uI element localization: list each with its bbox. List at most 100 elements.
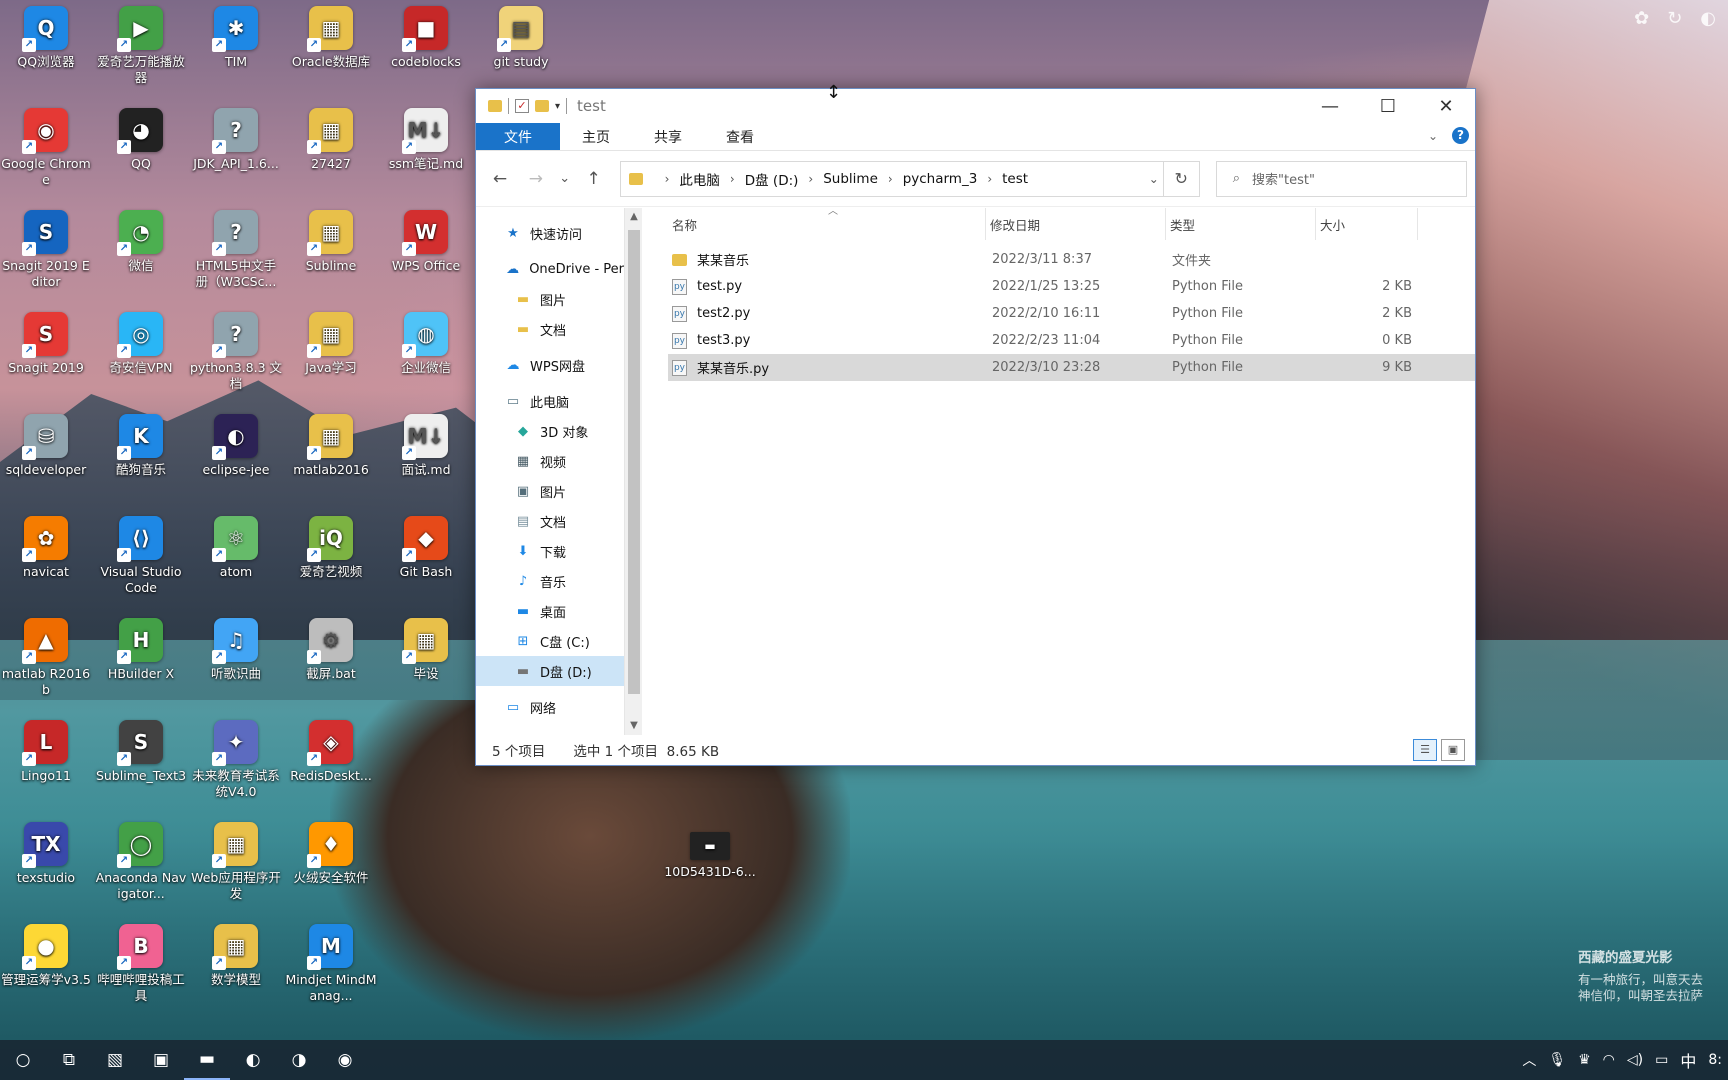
desktop-icon[interactable]: ◈ RedisDeskt... bbox=[285, 720, 377, 784]
desktop-icon[interactable]: ⟨⟩Visual Studio Code bbox=[95, 516, 187, 596]
help-icon[interactable]: ? bbox=[1452, 127, 1469, 144]
desktop-icon[interactable]: ✦未来教育考试系统V4.0 bbox=[190, 720, 282, 800]
desktop-icon[interactable]: ✿ navicat bbox=[0, 516, 92, 580]
desktop-icon[interactable]: ⚛ atom bbox=[190, 516, 282, 580]
cortana-icon[interactable]: ○ bbox=[0, 1040, 46, 1080]
column-size[interactable]: 大小 bbox=[1316, 208, 1418, 240]
desktop-icon[interactable]: ◕ QQ bbox=[95, 108, 187, 172]
nav-item[interactable]: ▣ 图片 bbox=[476, 476, 624, 506]
nav-pane-scrollbar[interactable]: ▲ ▼ bbox=[624, 208, 642, 735]
theme-icon[interactable]: ◐ bbox=[1700, 8, 1716, 29]
battery-icon[interactable]: ▭ bbox=[1655, 1052, 1668, 1068]
desktop-icon[interactable]: ▶爱奇艺万能播放器 bbox=[95, 6, 187, 86]
nav-item[interactable]: ⬇ 下载 bbox=[476, 536, 624, 566]
desktop-icon[interactable]: L Lingo11 bbox=[0, 720, 92, 784]
address-dropdown-icon[interactable]: ⌄ bbox=[1149, 172, 1159, 186]
column-type[interactable]: 类型 bbox=[1166, 208, 1316, 240]
terminal-icon[interactable]: ▣ bbox=[138, 1040, 184, 1080]
nav-item[interactable]: ☁ OneDrive - Per bbox=[476, 254, 624, 284]
file-explorer-icon[interactable]: ▬ bbox=[184, 1040, 230, 1080]
desktop-icon[interactable]: W WPS Office bbox=[380, 210, 472, 274]
tab-share[interactable]: 共享 bbox=[632, 123, 704, 150]
desktop-icon-video-file[interactable]: ▬ 10D5431D-6... bbox=[664, 832, 756, 880]
desktop-icon[interactable]: TX texstudio bbox=[0, 822, 92, 886]
desktop-icon[interactable]: K 酷狗音乐 bbox=[95, 414, 187, 478]
desktop-icon[interactable]: ✱ TIM bbox=[190, 6, 282, 70]
breadcrumb-separator-icon[interactable]: › bbox=[808, 172, 813, 186]
desktop-icon[interactable]: ◔ 微信 bbox=[95, 210, 187, 274]
breadcrumb-item[interactable]: Sublime bbox=[823, 171, 878, 187]
address-bar[interactable]: › 此电脑 › D盘 (D:) › Sublime › pycharm_3 › test ⌄ ↻ bbox=[619, 160, 1200, 197]
desktop-icon[interactable]: ⚙ 截屏.bat bbox=[285, 618, 377, 682]
desktop-icon[interactable]: ▲matlab R2016b bbox=[0, 618, 92, 698]
scroll-thumb[interactable] bbox=[628, 230, 640, 694]
desktop-icon[interactable]: MMindjet MindManag... bbox=[285, 924, 377, 1004]
scroll-up-icon[interactable]: ▲ bbox=[625, 208, 643, 226]
file-row[interactable]: py test2.py 2022/2/10 16:11 Python File 2 KB bbox=[668, 300, 1475, 327]
expand-ribbon-icon[interactable]: ⌄ bbox=[1428, 129, 1438, 143]
desktop-icon[interactable]: ⛁ sqldeveloper bbox=[0, 414, 92, 478]
microphone-icon[interactable]: 🎙 bbox=[1548, 1052, 1566, 1068]
desktop-icon[interactable]: ♦ 火绒安全软件 bbox=[285, 822, 377, 886]
desktop-icon[interactable]: ▦ Oracle数据库 bbox=[285, 6, 377, 70]
desktop-icon[interactable]: ■ codeblocks bbox=[380, 6, 472, 70]
desktop-icon[interactable]: ◍ 企业微信 bbox=[380, 312, 472, 376]
desktop-icon[interactable]: iQ 爱奇艺视频 bbox=[285, 516, 377, 580]
desktop-icon[interactable]: ?HTML5中文手册（W3CSc... bbox=[190, 210, 282, 290]
file-row[interactable]: py test3.py 2022/2/23 11:04 Python File 0 KB bbox=[668, 327, 1475, 354]
desktop-icon[interactable]: ● 管理运筹学v3.5 bbox=[0, 924, 92, 988]
desktop-icon[interactable]: ▦ 数学模型 bbox=[190, 924, 282, 988]
desktop-icon[interactable]: Q QQ浏览器 bbox=[0, 6, 92, 70]
edge-icon[interactable]: ◐ bbox=[230, 1040, 276, 1080]
breadcrumb-item[interactable]: pycharm_3 bbox=[903, 171, 978, 187]
tray-app-icon[interactable]: ♛ bbox=[1578, 1052, 1591, 1068]
task-view-icon[interactable]: ⧉ bbox=[46, 1040, 92, 1080]
desktop-icon[interactable]: B哔哩哔哩投稿工具 bbox=[95, 924, 187, 1004]
properties-icon[interactable]: ✓ bbox=[515, 99, 529, 113]
nav-item[interactable]: ⊞ C盘 (C:) bbox=[476, 626, 624, 656]
column-date-modified[interactable]: 修改日期 bbox=[986, 208, 1166, 240]
volume-icon[interactable]: ◁) bbox=[1627, 1052, 1643, 1068]
qq-browser-icon[interactable]: ◑ bbox=[276, 1040, 322, 1080]
nav-item[interactable]: ▬ D盘 (D:) bbox=[476, 656, 624, 686]
desktop-icon[interactable]: ▦ matlab2016 bbox=[285, 414, 377, 478]
column-name[interactable]: 名称 bbox=[668, 208, 986, 240]
chrome-icon[interactable]: ◉ bbox=[322, 1040, 368, 1080]
desktop-icon[interactable]: ? JDK_API_1.6... bbox=[190, 108, 282, 172]
search-box[interactable]: ⌕ 搜索"test" bbox=[1215, 160, 1467, 197]
desktop-icon[interactable]: ▦ 毕设 bbox=[380, 618, 472, 682]
forward-button[interactable]: → bbox=[520, 163, 552, 195]
tab-home[interactable]: 主页 bbox=[560, 123, 632, 150]
desktop-icon[interactable]: ◐ eclipse-jee bbox=[190, 414, 282, 478]
nav-item[interactable]: ▬ 桌面 bbox=[476, 596, 624, 626]
desktop-icon[interactable]: M↓ ssm笔记.md bbox=[380, 108, 472, 172]
maximize-button[interactable]: ☐ bbox=[1359, 89, 1417, 123]
desktop-icon[interactable]: ▤ git study bbox=[475, 6, 567, 70]
details-view-button[interactable]: ☰ bbox=[1413, 739, 1437, 761]
file-row[interactable]: py 某某音乐.py 2022/3/10 23:28 Python File 9 KB bbox=[668, 354, 1475, 381]
breadcrumb-separator-icon[interactable]: › bbox=[888, 172, 893, 186]
desktop-icon[interactable]: ▦ Java学习 bbox=[285, 312, 377, 376]
clock[interactable]: 8: bbox=[1708, 1052, 1722, 1068]
close-button[interactable]: ✕ bbox=[1417, 89, 1475, 123]
nav-item[interactable]: ★ 快速访问 bbox=[476, 218, 624, 248]
nav-item[interactable]: ▬ 文档 bbox=[476, 314, 624, 344]
minimize-button[interactable]: — bbox=[1301, 89, 1359, 123]
desktop-icon[interactable]: H HBuilder X bbox=[95, 618, 187, 682]
desktop-icon[interactable]: ▦ 27427 bbox=[285, 108, 377, 172]
desktop-icon[interactable]: ◎ 奇安信VPN bbox=[95, 312, 187, 376]
nav-item[interactable]: ▦ 视频 bbox=[476, 446, 624, 476]
tray-overflow-icon[interactable]: ︿ bbox=[1522, 1050, 1536, 1070]
large-icons-view-button[interactable]: ▣ bbox=[1441, 739, 1465, 761]
breadcrumb-separator-icon[interactable]: › bbox=[665, 172, 670, 186]
desktop-icon[interactable]: SSnagit 2019 Editor bbox=[0, 210, 92, 290]
desktop-icon[interactable]: M↓ 面试.md bbox=[380, 414, 472, 478]
refresh-button[interactable]: ↻ bbox=[1162, 161, 1199, 196]
desktop-icon[interactable]: ?python3.8.3 文档 bbox=[190, 312, 282, 392]
desktop-icon[interactable]: ◯Anaconda Navigator... bbox=[95, 822, 187, 902]
nav-item[interactable]: ◆ 3D 对象 bbox=[476, 416, 624, 446]
file-row[interactable]: py test.py 2022/1/25 13:25 Python File 2 KB bbox=[668, 273, 1475, 300]
desktop-icon[interactable]: ◆ Git Bash bbox=[380, 516, 472, 580]
tab-file[interactable]: 文件 bbox=[476, 123, 560, 150]
customize-dropdown-icon[interactable]: ▾ bbox=[555, 101, 560, 112]
